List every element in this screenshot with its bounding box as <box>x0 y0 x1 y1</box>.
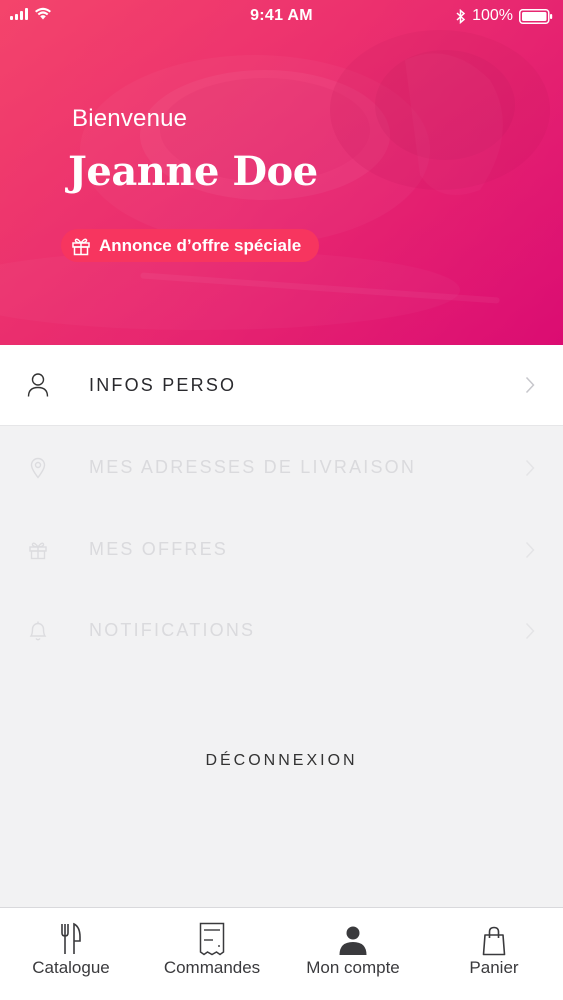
chevron-right-icon <box>525 376 535 394</box>
user-icon <box>27 372 49 398</box>
gift-icon <box>72 238 90 255</box>
profile-header: 9:41 AM 100% Bienvenue Jeanne Doe Annonc… <box>0 0 563 345</box>
tab-bar: Catalogue Commandes Mon compte Panier <box>0 907 563 1000</box>
receipt-icon <box>199 922 225 956</box>
menu-item-offres[interactable]: MES OFFRES <box>0 509 563 590</box>
bell-icon <box>27 618 49 644</box>
tab-panier[interactable]: Panier <box>424 908 563 1000</box>
gift-icon <box>27 537 49 563</box>
fork-knife-icon <box>61 922 81 954</box>
battery-percent: 100% <box>472 7 513 24</box>
menu-item-label: MES OFFRES <box>89 539 229 559</box>
location-pin-icon <box>27 455 49 481</box>
menu-item-infos-perso[interactable]: INFOS PERSO <box>0 345 563 426</box>
tab-label: Panier <box>469 958 519 977</box>
tab-mon-compte[interactable]: Mon compte <box>283 908 423 1000</box>
user-name: Jeanne Doe <box>68 148 318 195</box>
greeting-text: Bienvenue <box>72 105 188 132</box>
special-offer-label: Annonce d’offre spéciale <box>99 235 302 255</box>
logout-button[interactable]: DÉCONNEXION <box>0 752 563 770</box>
chevron-right-icon <box>525 459 535 476</box>
battery-icon <box>519 8 553 24</box>
chevron-right-icon <box>525 541 535 558</box>
menu-item-label: NOTIFICATIONS <box>89 620 256 640</box>
menu-item-adresses[interactable]: MES ADRESSES DE LIVRAISON <box>0 427 563 508</box>
tab-label: Catalogue <box>32 958 110 977</box>
status-bar: 9:41 AM 100% <box>0 0 563 32</box>
shopping-bag-icon <box>482 926 506 956</box>
menu-item-label: INFOS PERSO <box>89 374 237 395</box>
person-icon <box>339 926 367 955</box>
menu-item-label: MES ADRESSES DE LIVRAISON <box>89 457 417 477</box>
tab-catalogue[interactable]: Catalogue <box>1 908 141 1000</box>
tab-commandes[interactable]: Commandes <box>142 908 282 1000</box>
bluetooth-icon <box>456 8 466 24</box>
tab-label: Commandes <box>163 958 261 977</box>
menu-item-notifications[interactable]: NOTIFICATIONS <box>0 590 563 671</box>
special-offer-button[interactable]: Annonce d’offre spéciale <box>61 229 320 262</box>
tab-label: Mon compte <box>306 958 400 977</box>
chevron-right-icon <box>525 622 535 639</box>
